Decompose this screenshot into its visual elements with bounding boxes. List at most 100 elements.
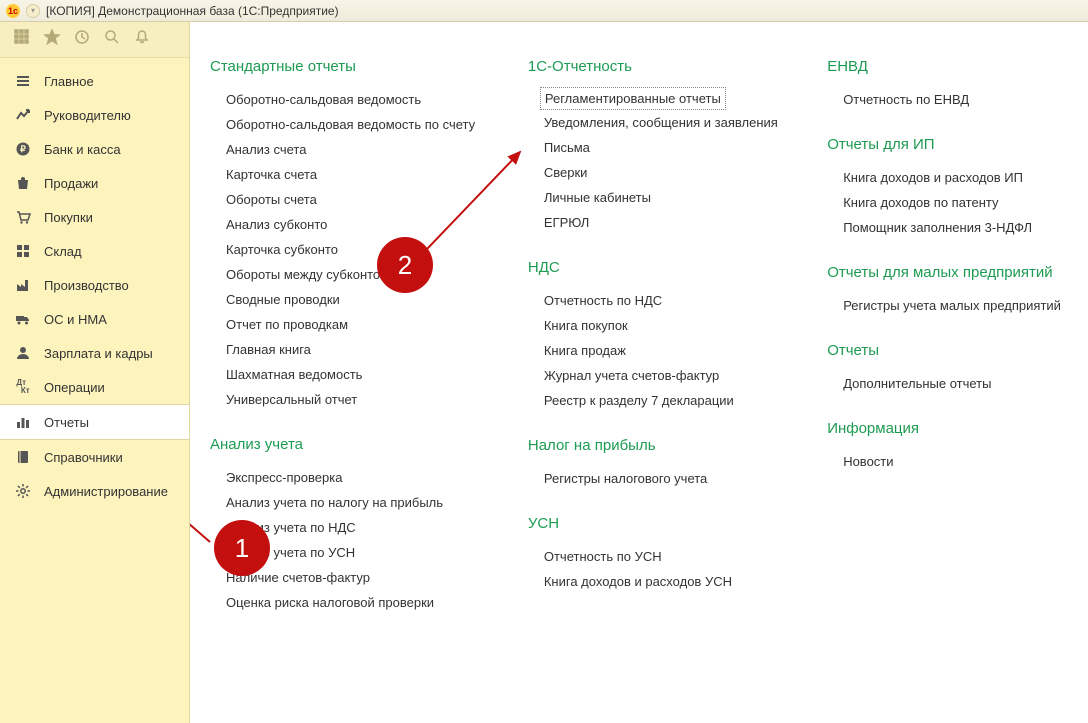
- sidebar-toolbar: [0, 22, 189, 58]
- report-link[interactable]: Книга покупок: [544, 313, 787, 338]
- star-icon[interactable]: [44, 29, 60, 50]
- reports-column-3: ЕНВД Отчетность по ЕНВД Отчеты для ИП Книга…: [827, 58, 1068, 615]
- sidebar-item-12[interactable]: Администрирование: [0, 474, 189, 508]
- history-icon[interactable]: [74, 29, 90, 50]
- report-link[interactable]: Новости: [843, 449, 1068, 474]
- report-link[interactable]: Экспресс-проверка: [226, 465, 488, 490]
- report-link[interactable]: Уведомления, сообщения и заявления: [544, 110, 787, 135]
- sidebar: ГлавноеРуководителю ₽ Банк и касса Продажи П…: [0, 22, 190, 723]
- link-list: Новости: [827, 449, 1068, 474]
- sidebar-item-6[interactable]: Производство: [0, 268, 189, 302]
- report-link[interactable]: Сводные проводки: [226, 287, 488, 312]
- window-title: [КОПИЯ] Демонстрационная база (1С:Предпр…: [46, 4, 339, 18]
- dtkt-icon: Дт Кт: [14, 378, 32, 396]
- ruble-icon: ₽: [14, 140, 32, 158]
- sidebar-item-8[interactable]: Зарплата и кадры: [0, 336, 189, 370]
- titlebar-dropdown-icon[interactable]: ▾: [26, 4, 40, 18]
- report-link[interactable]: Шахматная ведомость: [226, 362, 488, 387]
- link-list: Регистры учета малых предприятий: [827, 293, 1068, 318]
- user-icon: [14, 344, 32, 362]
- report-link[interactable]: Сверки: [544, 160, 787, 185]
- section-title: Информация: [827, 420, 1068, 437]
- report-link[interactable]: Обороты между субконто: [226, 262, 488, 287]
- report-link[interactable]: Помощник заполнения 3-НДФЛ: [843, 215, 1068, 240]
- book-icon: [14, 448, 32, 466]
- link-list: Регистры налогового учета: [528, 466, 787, 491]
- report-link[interactable]: Отчет по проводкам: [226, 312, 488, 337]
- factory-icon: [14, 276, 32, 294]
- sidebar-item-label: Зарплата и кадры: [44, 346, 153, 361]
- report-link[interactable]: Карточка субконто: [226, 237, 488, 262]
- sidebar-item-1[interactable]: Руководителю: [0, 98, 189, 132]
- report-link[interactable]: Отчетность по УСН: [544, 544, 787, 569]
- sidebar-item-7[interactable]: ОС и НМА: [0, 302, 189, 336]
- annotation-badge-1: 1: [214, 520, 270, 576]
- svg-text:₽: ₽: [20, 144, 26, 154]
- report-link[interactable]: Книга продаж: [544, 338, 787, 363]
- section-title: Отчеты для ИП: [827, 136, 1068, 153]
- link-list: Отчетность по НДСКнига покупокКнига прод…: [528, 288, 787, 413]
- sidebar-item-10[interactable]: Отчеты: [0, 404, 189, 440]
- reports-column-2: 1С-ОтчетностьРегламентированные отчетыУв…: [528, 58, 787, 615]
- cart-icon: [14, 208, 32, 226]
- report-link[interactable]: Дополнительные отчеты: [843, 371, 1068, 396]
- report-link[interactable]: Обороты счета: [226, 187, 488, 212]
- report-link[interactable]: ЕГРЮЛ: [544, 210, 787, 235]
- report-link[interactable]: Личные кабинеты: [544, 185, 787, 210]
- report-link[interactable]: Анализ субконто: [226, 212, 488, 237]
- boxes-icon: [14, 242, 32, 260]
- report-link[interactable]: Книга доходов и расходов ИП: [843, 165, 1068, 190]
- report-link[interactable]: Регистры налогового учета: [544, 466, 787, 491]
- sidebar-item-label: Производство: [44, 278, 129, 293]
- section-title: Отчеты для малых предприятий: [827, 264, 1068, 281]
- window-titlebar: 1c ▾ [КОПИЯ] Демонстрационная база (1С:П…: [0, 0, 1088, 22]
- search-icon[interactable]: [104, 29, 120, 50]
- report-link[interactable]: Письма: [544, 135, 787, 160]
- report-link[interactable]: Универсальный отчет: [226, 387, 488, 412]
- section-title: Анализ учета: [210, 436, 488, 453]
- report-link[interactable]: Журнал учета счетов-фактур: [544, 363, 787, 388]
- sidebar-item-9[interactable]: Дт Кт Операции: [0, 370, 189, 404]
- sidebar-item-0[interactable]: Главное: [0, 64, 189, 98]
- section-title: Налог на прибыль: [528, 437, 787, 454]
- apps-icon[interactable]: [14, 29, 30, 50]
- report-link[interactable]: Анализ учета по налогу на прибыль: [226, 490, 488, 515]
- sidebar-item-5[interactable]: Склад: [0, 234, 189, 268]
- report-link[interactable]: Регистры учета малых предприятий: [843, 293, 1068, 318]
- sidebar-item-label: Покупки: [44, 210, 93, 225]
- truck-icon: [14, 310, 32, 328]
- report-link[interactable]: Реестр к разделу 7 декларации: [544, 388, 787, 413]
- section-title: УСН: [528, 515, 787, 532]
- sidebar-item-2[interactable]: ₽ Банк и касса: [0, 132, 189, 166]
- content-area: Стандартные отчетыОборотно-сальдовая вед…: [190, 22, 1088, 723]
- link-list: Отчетность по ЕНВД: [827, 87, 1068, 112]
- gear-icon: [14, 482, 32, 500]
- bell-icon[interactable]: [134, 29, 150, 50]
- report-link[interactable]: Регламентированные отчеты: [540, 87, 726, 110]
- sidebar-item-label: Склад: [44, 244, 82, 259]
- report-link[interactable]: Наличие счетов-фактур: [226, 565, 488, 590]
- link-list: Оборотно-сальдовая ведомостьОборотно-сал…: [210, 87, 488, 412]
- report-link[interactable]: Карточка счета: [226, 162, 488, 187]
- report-link[interactable]: Книга доходов и расходов УСН: [544, 569, 787, 594]
- bag-icon: [14, 174, 32, 192]
- report-link[interactable]: Главная книга: [226, 337, 488, 362]
- report-link[interactable]: Оборотно-сальдовая ведомость по счету: [226, 112, 488, 137]
- chart-icon: [14, 106, 32, 124]
- sidebar-item-4[interactable]: Покупки: [0, 200, 189, 234]
- report-link[interactable]: Книга доходов по патенту: [843, 190, 1068, 215]
- report-link[interactable]: Оборотно-сальдовая ведомость: [226, 87, 488, 112]
- sidebar-item-label: Продажи: [44, 176, 98, 191]
- sidebar-item-label: Банк и касса: [44, 142, 121, 157]
- annotation-badge-2: 2: [377, 237, 433, 293]
- section-title: ЕНВД: [827, 58, 1068, 75]
- report-link[interactable]: Отчетность по НДС: [544, 288, 787, 313]
- report-link[interactable]: Анализ счета: [226, 137, 488, 162]
- app-logo-icon: 1c: [6, 4, 20, 18]
- report-link[interactable]: Отчетность по ЕНВД: [843, 87, 1068, 112]
- sidebar-item-3[interactable]: Продажи: [0, 166, 189, 200]
- sidebar-item-label: ОС и НМА: [44, 312, 107, 327]
- sidebar-item-label: Операции: [44, 380, 105, 395]
- report-link[interactable]: Оценка риска налоговой проверки: [226, 590, 488, 615]
- sidebar-item-11[interactable]: Справочники: [0, 440, 189, 474]
